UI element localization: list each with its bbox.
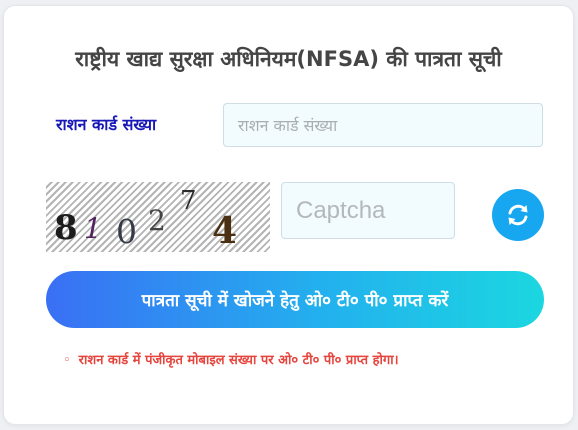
captcha-char: 7 xyxy=(180,186,197,216)
captcha-char: 4 xyxy=(212,210,238,252)
captcha-char: 0 xyxy=(116,212,137,251)
nfsa-card: राष्ट्रीय खाद्य सुरक्षा अधिनियम(NFSA) की… xyxy=(3,5,574,425)
ration-card-label: राशन कार्ड संख्या xyxy=(56,115,157,134)
captcha-image: 8 1 0 2 7 4 xyxy=(46,182,270,252)
refresh-icon xyxy=(508,204,528,226)
get-otp-button[interactable]: पात्रता सूची में खोजने हेतु ओ० टी० पी० प… xyxy=(46,271,544,328)
note-bullet: ◦ xyxy=(63,353,71,368)
captcha-char: 2 xyxy=(148,204,166,237)
refresh-captcha-button[interactable] xyxy=(492,189,544,241)
captcha-input[interactable] xyxy=(281,182,455,239)
captcha-char: 1 xyxy=(84,212,102,245)
note-text: राशन कार्ड में पंजीकृत मोबाइल संख्या पर … xyxy=(78,353,399,368)
captcha-char: 8 xyxy=(54,208,78,248)
otp-info-note: ◦ राशन कार्ड में पंजीकृत मोबाइल संख्या पर… xyxy=(63,350,399,368)
ration-card-number-input[interactable] xyxy=(223,103,543,147)
page-title: राष्ट्रीय खाद्य सुरक्षा अधिनियम(NFSA) की… xyxy=(75,47,502,71)
